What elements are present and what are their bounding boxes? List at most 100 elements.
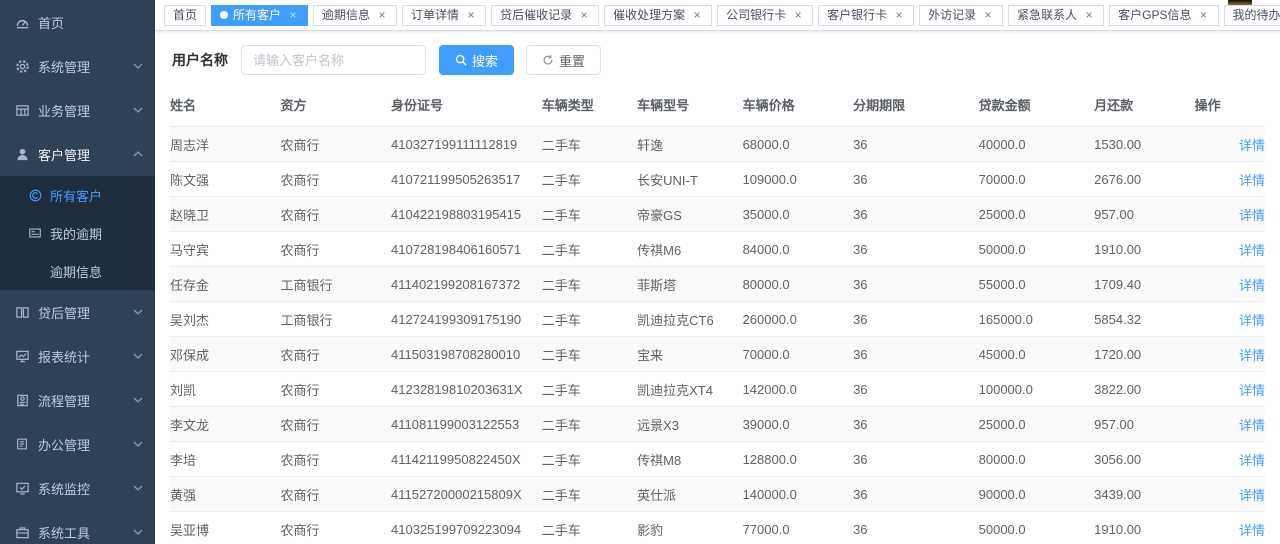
active-dot-icon	[220, 11, 228, 19]
customer-table: 姓名 资方 身份证号 车辆类型 车辆型号 车辆价格 分期期限	[170, 85, 1265, 544]
close-icon[interactable]: ×	[465, 9, 477, 21]
tab[interactable]: 逾期信息 ×	[313, 5, 397, 26]
search-icon	[455, 54, 467, 66]
sidebar-item[interactable]: 业务管理	[0, 88, 155, 132]
cell-monthly-payment: 1720.00	[1094, 337, 1194, 372]
detail-link[interactable]: 详情	[1239, 173, 1265, 188]
tab-bar: 首页 所有客户 × 逾期信息 × 订单详情	[155, 0, 1280, 31]
sidebar-item[interactable]: 客户管理	[0, 132, 155, 176]
tab[interactable]: 我的待办 ×	[1224, 5, 1280, 26]
tab-label: 首页	[173, 6, 197, 25]
cell-vehicle-type: 二手车	[542, 442, 637, 477]
sidebar-item[interactable]: 流程管理	[0, 378, 155, 422]
search-input[interactable]	[241, 45, 426, 75]
table-row: 吴亚博 农商行 410325199709223094 二手车 影豹 77000.…	[170, 512, 1265, 544]
sidebar-item[interactable]: 报表统计	[0, 334, 155, 378]
cell-term: 36	[853, 442, 979, 477]
tab[interactable]: 公司银行卡 ×	[717, 5, 813, 26]
tab[interactable]: 首页	[164, 5, 206, 26]
close-icon[interactable]: ×	[691, 9, 703, 21]
tab[interactable]: 贷后催收记录 ×	[491, 5, 599, 26]
sidebar-item[interactable]: 系统工具	[0, 510, 155, 544]
circle-c-icon	[28, 187, 42, 203]
cell-vehicle-model: 菲斯塔	[637, 267, 742, 302]
panels-icon	[14, 304, 30, 320]
tab[interactable]: 外访记录 ×	[919, 5, 1003, 26]
sidebar-item[interactable]: 办公管理	[0, 422, 155, 466]
close-icon[interactable]: ×	[893, 9, 905, 21]
cell-monthly-payment: 1910.00	[1094, 512, 1194, 544]
cell-vehicle-type: 二手车	[542, 512, 637, 544]
close-icon[interactable]: ×	[287, 9, 299, 21]
tab[interactable]: 所有客户 ×	[211, 5, 308, 26]
detail-link[interactable]: 详情	[1239, 348, 1265, 363]
cell-loan-amount: 25000.0	[979, 407, 1095, 442]
search-section: 用户名称 搜索 重置	[155, 31, 1280, 85]
column-header: 分期期限	[853, 85, 979, 127]
sidebar-item[interactable]: 首页	[0, 0, 155, 44]
cell-term: 36	[853, 302, 979, 337]
reset-button[interactable]: 重置	[526, 45, 601, 75]
cell-loan-amount: 80000.0	[979, 442, 1095, 477]
detail-link[interactable]: 详情	[1239, 383, 1265, 398]
sidebar-item-label: 客户管理	[38, 145, 133, 164]
column-header: 操作	[1195, 85, 1265, 127]
close-icon[interactable]: ×	[1083, 9, 1095, 21]
sidebar-item[interactable]: 我的逾期	[0, 214, 155, 252]
detail-link[interactable]: 详情	[1239, 208, 1265, 223]
search-button[interactable]: 搜索	[439, 45, 514, 75]
close-icon[interactable]: ×	[792, 9, 804, 21]
cell-vehicle-model: 轩逸	[637, 127, 742, 162]
cell-funder: 农商行	[281, 477, 392, 512]
close-icon[interactable]: ×	[982, 9, 994, 21]
cell-vehicle-type: 二手车	[542, 302, 637, 337]
close-icon[interactable]: ×	[1198, 9, 1210, 21]
cell-vehicle-price: 140000.0	[743, 477, 854, 512]
detail-link[interactable]: 详情	[1239, 418, 1265, 433]
sidebar-item[interactable]: 系统管理	[0, 44, 155, 88]
cell-funder: 农商行	[281, 127, 392, 162]
tab[interactable]: 客户GPS信息 ×	[1109, 5, 1218, 26]
cell-monthly-payment: 5854.32	[1094, 302, 1194, 337]
detail-link[interactable]: 详情	[1239, 313, 1265, 328]
sidebar-item[interactable]: 逾期信息	[0, 252, 155, 290]
cell-loan-amount: 165000.0	[979, 302, 1095, 337]
detail-link[interactable]: 详情	[1239, 243, 1265, 258]
tab-label: 公司银行卡	[726, 6, 786, 25]
cell-vehicle-type: 二手车	[542, 127, 637, 162]
tab[interactable]: 紧急联系人 ×	[1008, 5, 1104, 26]
detail-link[interactable]: 详情	[1239, 523, 1265, 538]
detail-link[interactable]: 详情	[1239, 138, 1265, 153]
cell-id-number: 411081199003122553	[391, 407, 542, 442]
cell-id-number: 411402199208167372	[391, 267, 542, 302]
sidebar-item[interactable]: 所有客户	[0, 176, 155, 214]
cell-vehicle-price: 80000.0	[743, 267, 854, 302]
close-icon[interactable]: ×	[578, 9, 590, 21]
cell-vehicle-price: 128800.0	[743, 442, 854, 477]
cell-monthly-payment: 3822.00	[1094, 372, 1194, 407]
cell-vehicle-type: 二手车	[542, 477, 637, 512]
sidebar-item[interactable]: 系统监控	[0, 466, 155, 510]
detail-link[interactable]: 详情	[1239, 488, 1265, 503]
cell-id-number: 410325199709223094	[391, 512, 542, 544]
tab[interactable]: 催收处理方案 ×	[604, 5, 712, 26]
detail-link[interactable]: 详情	[1239, 278, 1265, 293]
close-icon[interactable]: ×	[376, 9, 388, 21]
cell-id-number: 410728198406160571	[391, 232, 542, 267]
chevron-down-icon	[133, 485, 143, 491]
detail-link[interactable]: 详情	[1239, 453, 1265, 468]
cell-vehicle-model: 帝豪GS	[637, 197, 742, 232]
cell-loan-amount: 100000.0	[979, 372, 1095, 407]
cell-term: 36	[853, 267, 979, 302]
sidebar-item-label: 系统监控	[38, 479, 133, 498]
table-row: 赵晓卫 农商行 410422198803195415 二手车 帝豪GS 3500…	[170, 197, 1265, 232]
sidebar-item[interactable]: 贷后管理	[0, 290, 155, 334]
tab[interactable]: 订单详情 ×	[402, 5, 486, 26]
cell-loan-amount: 50000.0	[979, 232, 1095, 267]
cell-id-number: 41232819810203631X	[391, 372, 542, 407]
cell-vehicle-type: 二手车	[542, 162, 637, 197]
cell-loan-amount: 50000.0	[979, 512, 1095, 544]
cell-funder: 工商银行	[281, 267, 392, 302]
tab-label: 贷后催收记录	[500, 6, 572, 25]
tab[interactable]: 客户银行卡 ×	[818, 5, 914, 26]
